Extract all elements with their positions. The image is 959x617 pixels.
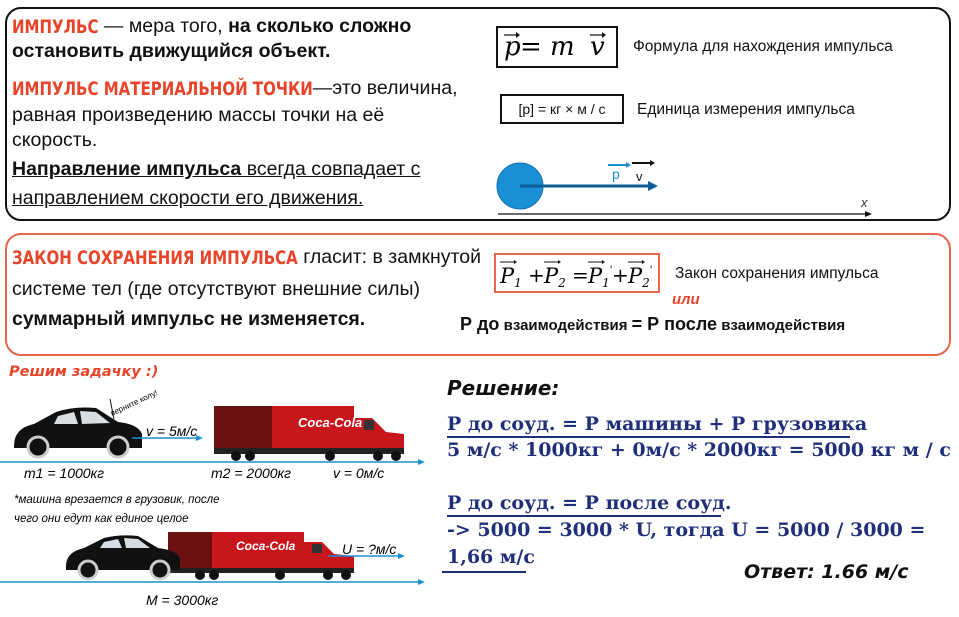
formula-p1-prime: P1' [587,264,613,290]
impulse-direction-line2: направлением скорости его движения. [12,187,364,209]
svg-text:=: = [572,263,589,287]
unit-formula: [p] = кг × м / с [500,94,624,124]
truck-mass-label: m2 = 2000кг [211,465,291,481]
answer-label: Ответ: 1.66 м/с [744,561,909,583]
problem-illustration: верните колу! v = 5м/с m1 = 1000кг Coca-… [0,388,425,608]
formula-p2-prime: P2' [627,264,653,290]
material-point-impulse: ИМПУЛЬС МАТЕРИАЛЬНОЙ ТОЧКИ—это величина, [12,77,458,101]
car-speed-label: v = 5м/с [146,423,197,439]
svg-text:+: + [528,263,545,287]
collision-note-line1: *машина врезается в грузовик, после [14,494,220,506]
formula-p2: P2 [543,264,566,290]
solution-underline1 [447,436,850,438]
impulse-direction: Направление импульса всегда совпадает с [12,158,421,180]
truck-icon: Coca-Cola [214,406,404,461]
car-mass-label: m1 = 1000кг [24,465,104,481]
conservation-caption: Закон сохранения импульса [675,265,879,282]
conservation-alt: Р до взаимодействия = Р после взаимодейс… [460,314,846,334]
conservation-law: ЗАКОН СОХРАНЕНИЯ ИМПУЛЬСА гласит: в замк… [12,246,481,270]
conservation-law-line3: суммарный импульс не изменяется. [12,308,366,330]
combined-speed-label: U = ?м/с [342,541,396,557]
solution-line3: Р до соуд. = Р после соуд. [447,492,732,514]
formula-p-symbol: p [504,32,521,62]
p-label: p [612,166,620,182]
material-point-line3: скорость. [12,129,98,151]
solution-line2: 5 м/с * 1000кг + 0м/с * 2000кг = 5000 кг… [447,439,951,461]
brand-label-bottom: Coca-Cola [236,539,296,553]
x-axis-label: x [860,195,868,210]
v-label: v [636,169,643,184]
conservation-law-line2: системе тел (где отсутствуют внешние сил… [12,278,421,300]
conservation-formula: P1 + P2 = P1' + P2' [499,260,653,290]
solution-underline2 [447,515,721,517]
conservation-formula-box: P1 + P2 = P1' + P2' [494,253,660,293]
solution-line1: Р до соуд. = Р машины + Р грузовика [447,413,868,435]
svg-text:+: + [612,263,629,287]
brand-label-top: Coca-Cola [298,415,362,430]
or-label: или [672,291,700,308]
problem-heading: Решим задачку :) [9,364,159,380]
solution-line5: 1,66 м/с [447,546,535,568]
unit-caption: Единица измерения импульса [637,101,855,118]
formula-p1: P1 [499,264,522,290]
solution-heading: Решение: [447,376,560,400]
solution-line4: -> 5000 = 3000 * U, тогда U = 5000 / 300… [447,519,926,541]
solution-underline3 [442,571,526,573]
formula-equals-m: = m [520,32,575,62]
impulse-formula: p = m v [504,32,606,62]
formula-caption: Формула для нахождения импульса [633,38,893,55]
collision-note-line2: чего они едут как единое целое [14,513,188,525]
impulse-formula-box: p = m v [496,26,618,68]
momentum-diagram: x p v [496,160,872,217]
truck-speed-label: v = 0м/с [333,465,384,481]
turn-note: верните колу! [109,388,159,418]
impulse-definition-line2: остановить движущийся объект. [12,40,331,62]
combined-mass-label: M = 3000кг [146,592,218,608]
combined-vehicles-icon: Coca-Cola [66,532,354,581]
car-icon [14,407,142,459]
formula-v-symbol: v [590,32,605,62]
